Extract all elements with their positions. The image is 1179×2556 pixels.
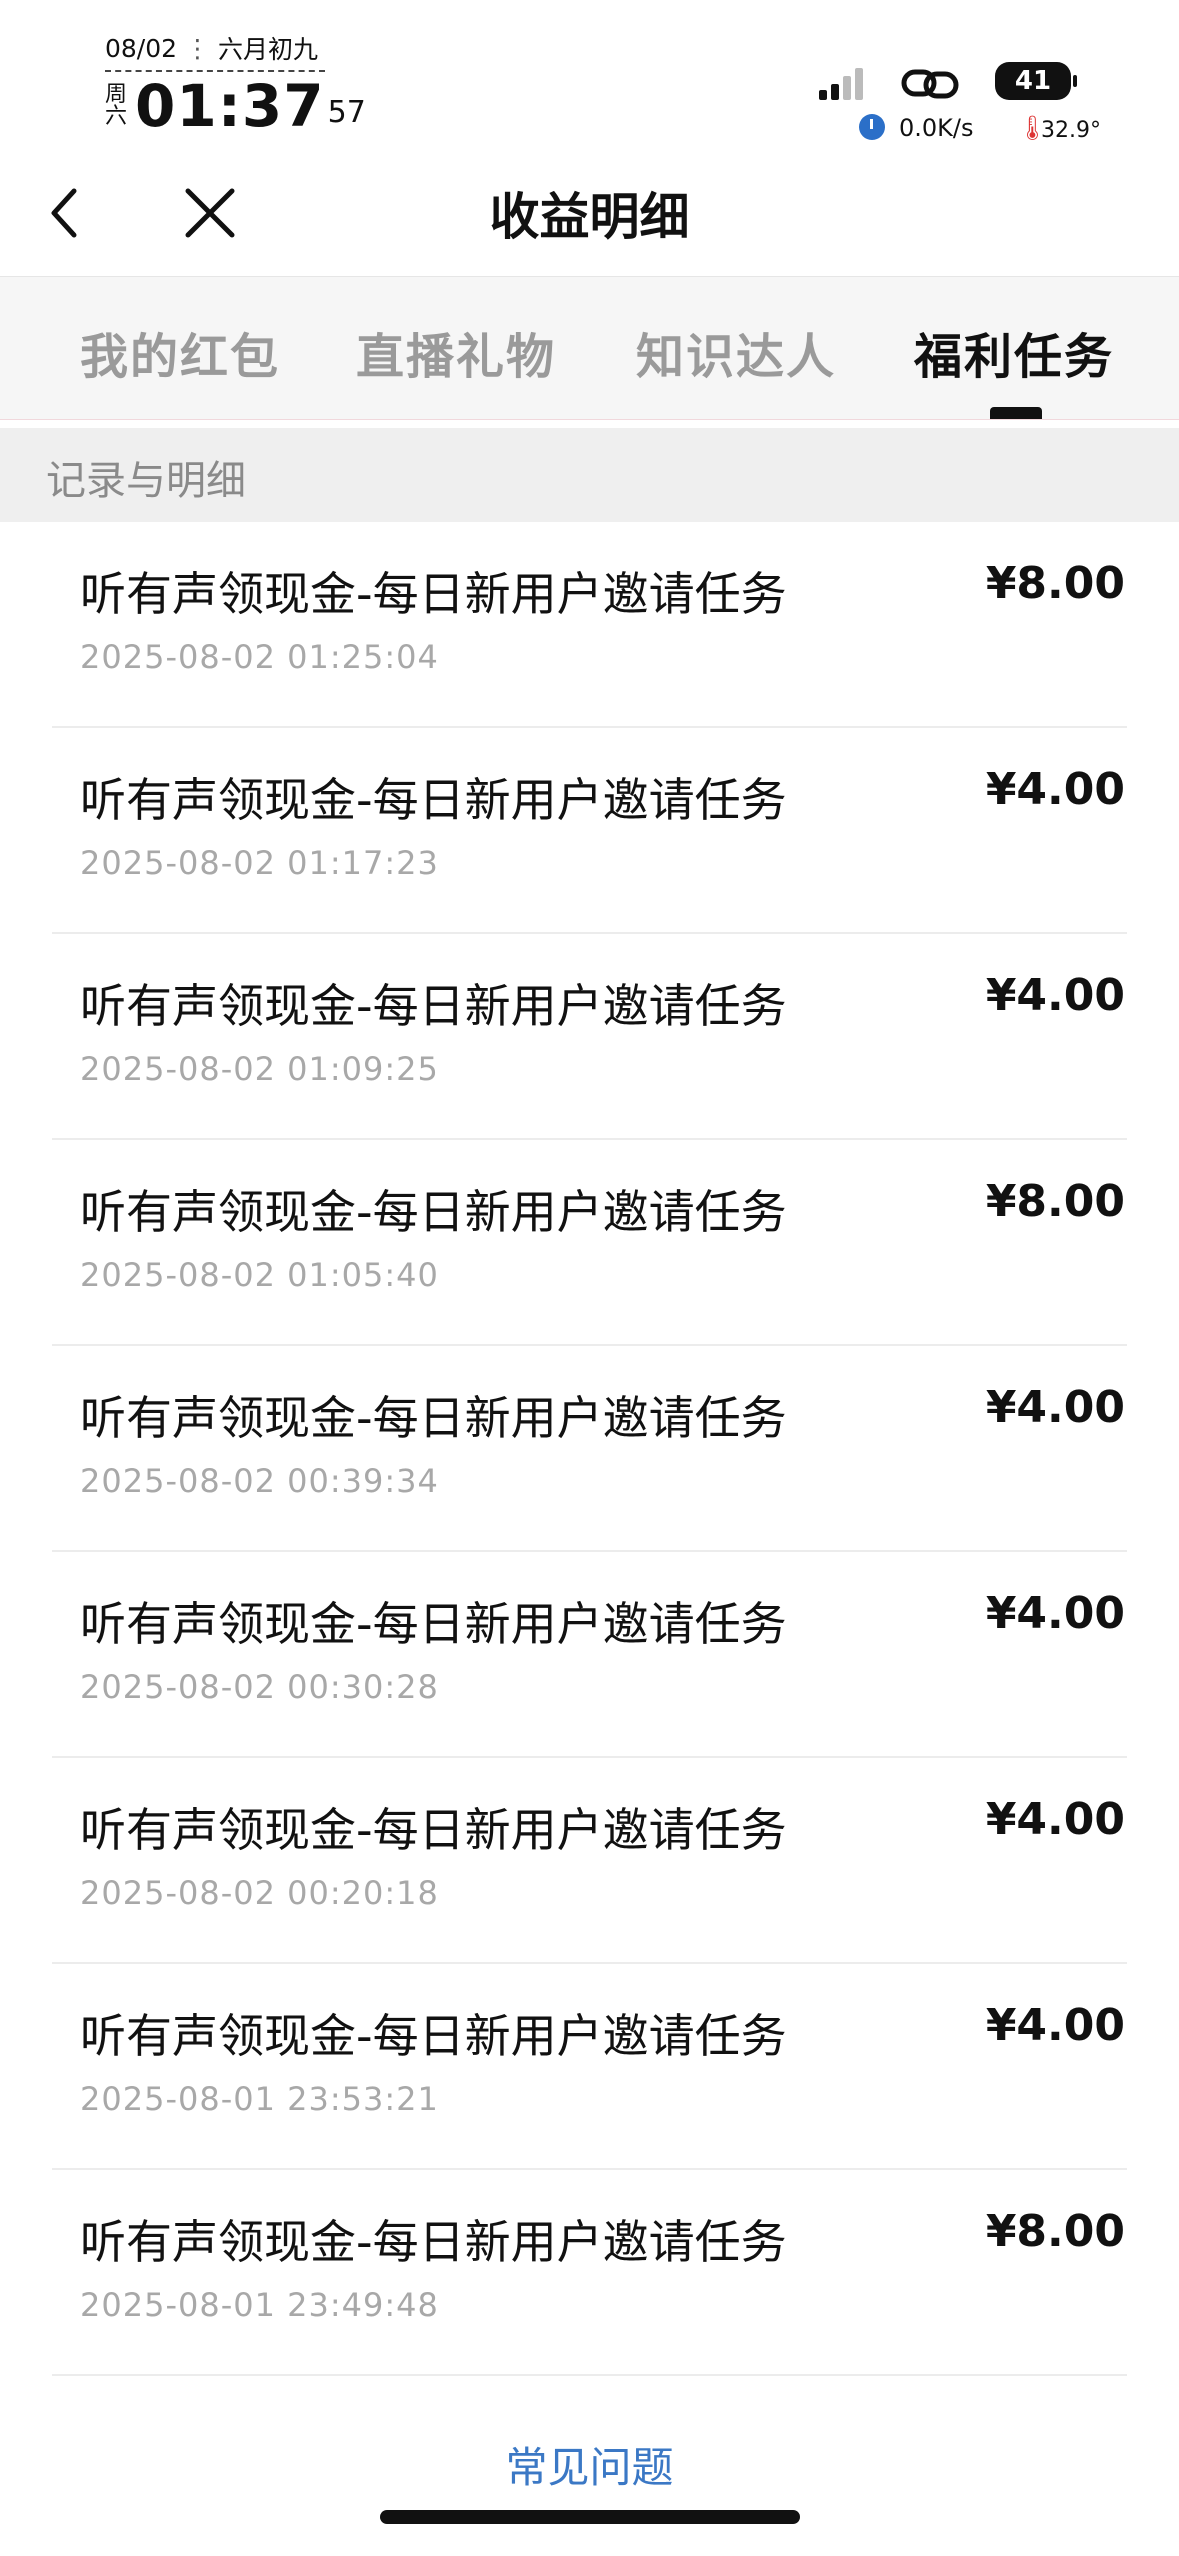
record-amount: ¥4.00 bbox=[985, 2000, 1125, 2051]
record-amount: ¥8.00 bbox=[985, 1176, 1125, 1227]
list-item[interactable]: 听有声领现金-每日新用户邀请任务 2025-08-02 00:30:28 ¥4.… bbox=[52, 1552, 1127, 1758]
record-amount: ¥8.00 bbox=[985, 2206, 1125, 2257]
record-title: 听有声领现金-每日新用户邀请任务 bbox=[80, 567, 787, 621]
weekday-line1: 周 bbox=[105, 82, 128, 107]
record-title: 听有声领现金-每日新用户邀请任务 bbox=[80, 2215, 787, 2269]
status-separator: ⋮ bbox=[185, 33, 211, 63]
list-item[interactable]: 听有声领现金-每日新用户邀请任务 2025-08-02 01:25:04 ¥8.… bbox=[52, 522, 1127, 728]
tab-knowledge-expert[interactable]: 知识达人 bbox=[636, 317, 836, 387]
record-time: 2025-08-01 23:49:48 bbox=[80, 2286, 439, 2324]
network-speed: 0.0K/s bbox=[899, 114, 974, 142]
record-title: 听有声领现金-每日新用户邀请任务 bbox=[80, 773, 787, 827]
weekday-line2: 六 bbox=[105, 104, 128, 129]
temperature: 32.9° bbox=[1041, 118, 1101, 143]
section-header-label: 记录与明细 bbox=[46, 458, 246, 504]
status-datetime: 08/02 ⋮ 六月初九 周 六 01:37 57 bbox=[105, 30, 366, 140]
record-title: 听有声领现金-每日新用户邀请任务 bbox=[80, 1391, 787, 1445]
status-date-row: 08/02 ⋮ 六月初九 bbox=[105, 30, 325, 72]
tab-my-red-packets[interactable]: 我的红包 bbox=[80, 317, 280, 387]
record-time: 2025-08-02 01:05:40 bbox=[80, 1256, 439, 1294]
status-lunar-date: 六月初九 bbox=[218, 35, 319, 64]
records-list: 听有声领现金-每日新用户邀请任务 2025-08-02 01:25:04 ¥8.… bbox=[0, 522, 1179, 2376]
record-time: 2025-08-02 00:30:28 bbox=[80, 1668, 439, 1706]
tab-bar: 我的红包 直播礼物 知识达人 福利任务 bbox=[0, 276, 1179, 420]
record-time: 2025-08-02 00:39:34 bbox=[80, 1462, 439, 1500]
record-amount: ¥4.00 bbox=[985, 970, 1125, 1021]
alarm-icon bbox=[859, 114, 885, 140]
navigation-bar: 收益明细 bbox=[0, 165, 1179, 275]
list-item[interactable]: 听有声领现金-每日新用户邀请任务 2025-08-02 01:09:25 ¥4.… bbox=[52, 934, 1127, 1140]
section-header: 记录与明细 bbox=[0, 428, 1179, 522]
signal-icon bbox=[819, 68, 863, 100]
tab-welfare-tasks[interactable]: 福利任务 bbox=[914, 317, 1114, 387]
list-item[interactable]: 听有声领现金-每日新用户邀请任务 2025-08-02 01:05:40 ¥8.… bbox=[52, 1140, 1127, 1346]
record-amount: ¥4.00 bbox=[985, 1382, 1125, 1433]
record-time: 2025-08-02 01:09:25 bbox=[80, 1050, 439, 1088]
record-title: 听有声领现金-每日新用户邀请任务 bbox=[80, 1597, 787, 1651]
list-item[interactable]: 听有声领现金-每日新用户邀请任务 2025-08-01 23:53:21 ¥4.… bbox=[52, 1964, 1127, 2170]
status-time-row: 周 六 01:37 57 bbox=[105, 72, 366, 140]
list-item[interactable]: 听有声领现金-每日新用户邀请任务 2025-08-02 00:20:18 ¥4.… bbox=[52, 1758, 1127, 1964]
status-weekday: 周 六 bbox=[105, 84, 127, 128]
record-time: 2025-08-02 01:25:04 bbox=[80, 638, 439, 676]
status-indicators: 41 0.0K/s 🌡 32.9° bbox=[819, 62, 1129, 152]
record-time: 2025-08-02 00:20:18 bbox=[80, 1874, 439, 1912]
page-title: 收益明细 bbox=[489, 188, 690, 246]
link-icon bbox=[901, 69, 959, 99]
battery-indicator: 41 bbox=[995, 62, 1071, 100]
record-amount: ¥4.00 bbox=[985, 764, 1125, 815]
tab-live-gifts[interactable]: 直播礼物 bbox=[356, 317, 556, 387]
record-time: 2025-08-02 01:17:23 bbox=[80, 844, 439, 882]
list-item[interactable]: 听有声领现金-每日新用户邀请任务 2025-08-02 00:39:34 ¥4.… bbox=[52, 1346, 1127, 1552]
status-time: 01:37 bbox=[135, 72, 325, 140]
active-tab-indicator bbox=[990, 407, 1042, 419]
list-item[interactable]: 听有声领现金-每日新用户邀请任务 2025-08-01 23:49:48 ¥8.… bbox=[52, 2170, 1127, 2376]
faq-link[interactable]: 常见问题 bbox=[0, 2434, 1179, 2495]
record-title: 听有声领现金-每日新用户邀请任务 bbox=[80, 979, 787, 1033]
record-amount: ¥8.00 bbox=[985, 558, 1125, 609]
record-title: 听有声领现金-每日新用户邀请任务 bbox=[80, 2009, 787, 2063]
home-indicator[interactable] bbox=[380, 2510, 800, 2524]
record-time: 2025-08-01 23:53:21 bbox=[80, 2080, 439, 2118]
status-seconds: 57 bbox=[327, 95, 366, 130]
record-title: 听有声领现金-每日新用户邀请任务 bbox=[80, 1803, 787, 1857]
list-item[interactable]: 听有声领现金-每日新用户邀请任务 2025-08-02 01:17:23 ¥4.… bbox=[52, 728, 1127, 934]
status-date: 08/02 bbox=[105, 33, 178, 63]
record-amount: ¥4.00 bbox=[985, 1588, 1125, 1639]
record-amount: ¥4.00 bbox=[985, 1794, 1125, 1845]
record-title: 听有声领现金-每日新用户邀请任务 bbox=[80, 1185, 787, 1239]
battery-tip bbox=[1073, 75, 1077, 87]
